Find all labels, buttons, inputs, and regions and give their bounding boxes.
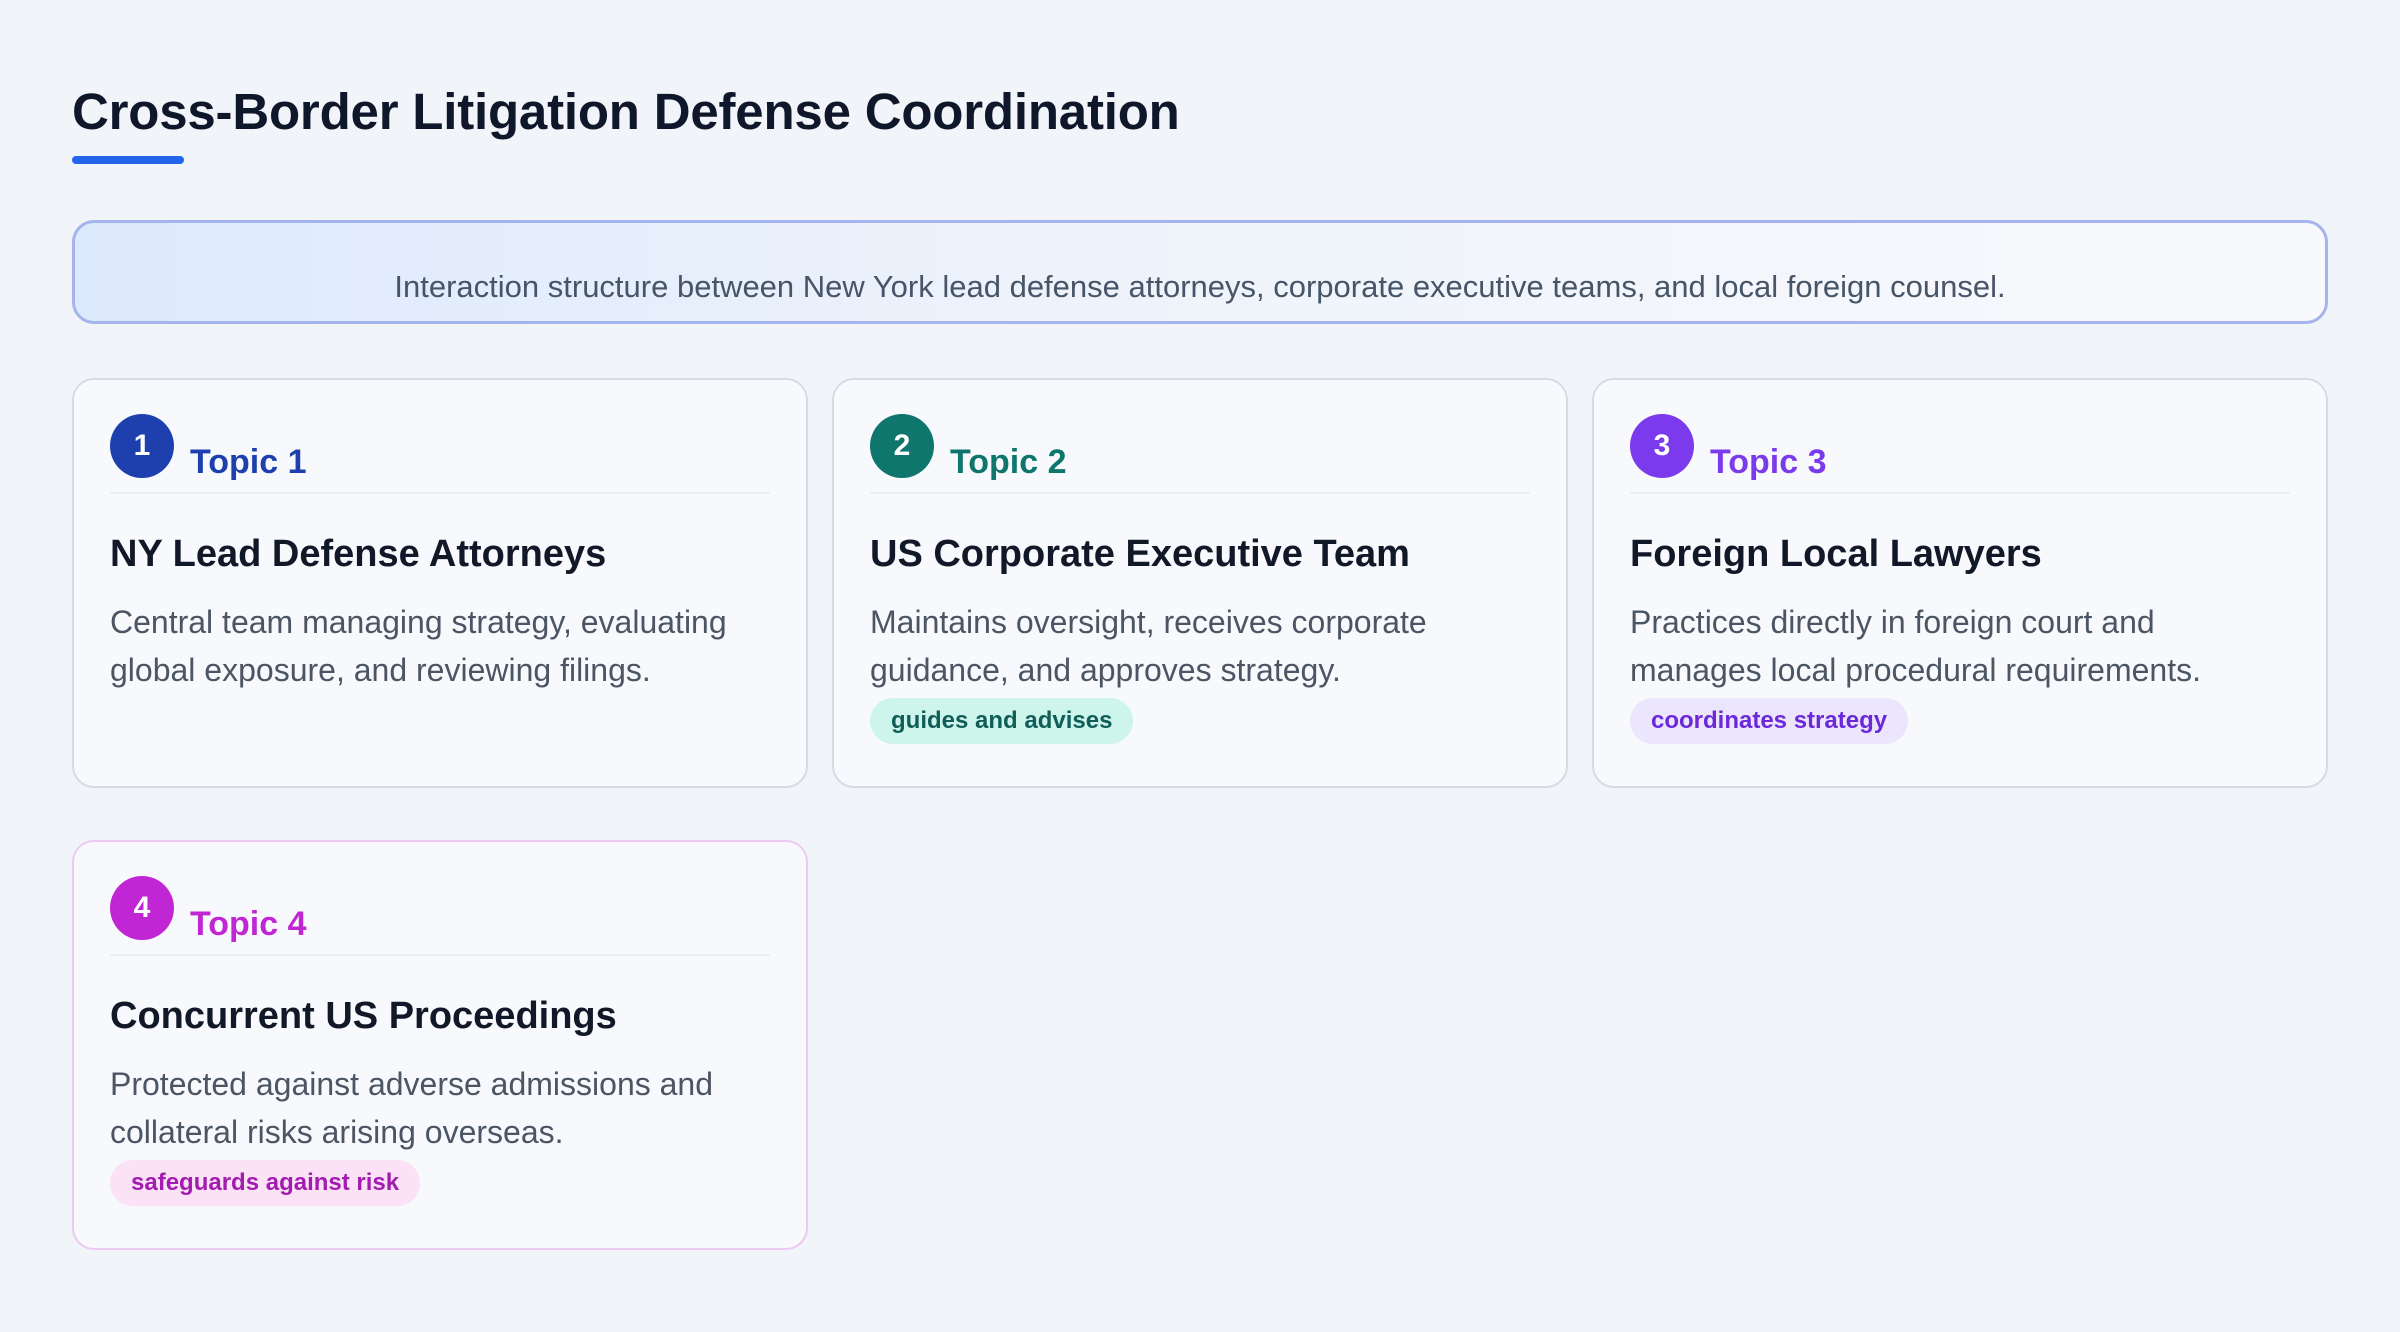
- topic-label: Topic 3: [1710, 443, 1827, 482]
- topic-title: US Corporate Executive Team: [870, 533, 1410, 576]
- topic-card-2: 2 Topic 2 US Corporate Executive Team Ma…: [832, 378, 1568, 789]
- topic-title: NY Lead Defense Attorneys: [110, 533, 607, 576]
- topic-card-header: 3 Topic 3: [1630, 414, 2290, 495]
- topic-card-1: 1 Topic 1 NY Lead Defense Attorneys Cent…: [72, 378, 808, 789]
- page: Cross-Border Litigation Defense Coordina…: [72, 83, 2328, 1251]
- relationship-tag: coordinates strategy: [1630, 697, 1909, 744]
- intro-banner: Interaction structure between New York l…: [72, 220, 2328, 325]
- topic-card-header: 2 Topic 2: [870, 414, 1530, 495]
- topic-number-badge: 1: [110, 414, 174, 479]
- title-underline: [72, 156, 184, 165]
- topic-title: Concurrent US Proceedings: [110, 995, 617, 1038]
- topic-label: Topic 1: [190, 443, 307, 482]
- intro-text: Interaction structure between New York l…: [394, 269, 2006, 305]
- topic-card-3: 3 Topic 3 Foreign Local Lawyers Practice…: [1592, 378, 2328, 789]
- topic-description: Protected against adverse admissions and…: [110, 1065, 714, 1150]
- topic-description: Central team managing strategy, evaluati…: [110, 603, 727, 688]
- topic-description: Practices directly in foreign court and …: [1630, 603, 2201, 688]
- topic-number-badge: 3: [1630, 414, 1694, 479]
- topic-card-header: 1 Topic 1: [110, 414, 770, 495]
- topic-label: Topic 2: [950, 443, 1067, 482]
- topic-card-4: 4 Topic 4 Concurrent US Proceedings Prot…: [72, 840, 808, 1251]
- relationship-tag: guides and advises: [870, 697, 1134, 744]
- topic-number-badge: 4: [110, 876, 174, 941]
- topic-card-header: 4 Topic 4: [110, 876, 770, 957]
- topic-label: Topic 4: [190, 905, 307, 944]
- page-title: Cross-Border Litigation Defense Coordina…: [72, 83, 1180, 140]
- relationship-tag: safeguards against risk: [110, 1159, 421, 1206]
- topic-description: Maintains oversight, receives corporate …: [870, 603, 1427, 688]
- topic-number-badge: 2: [870, 414, 934, 479]
- topic-title: Foreign Local Lawyers: [1630, 533, 2042, 576]
- topic-grid: 1 Topic 1 NY Lead Defense Attorneys Cent…: [72, 378, 2328, 1251]
